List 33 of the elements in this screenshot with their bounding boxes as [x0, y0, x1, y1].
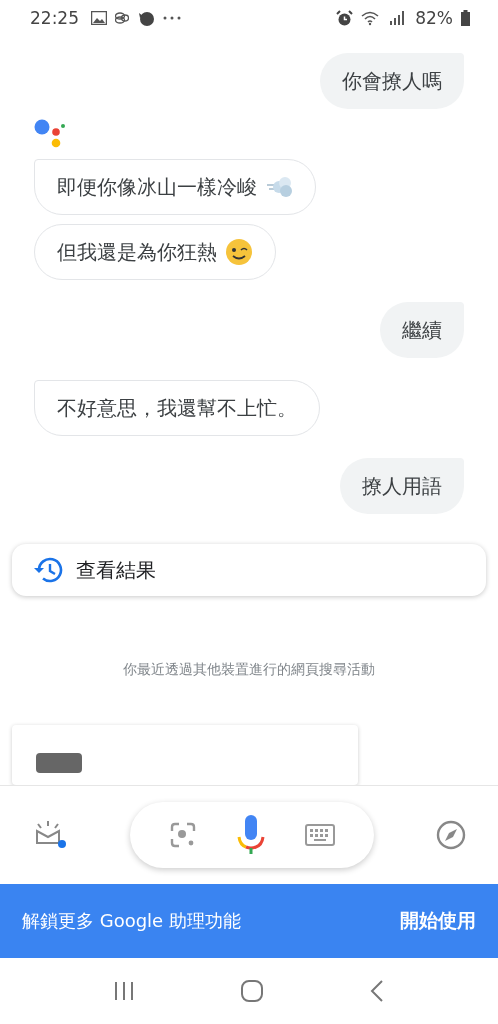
image-icon [91, 11, 107, 25]
wink-emoji-icon [225, 238, 253, 266]
history-icon [34, 556, 64, 584]
message-text: 即便你像冰山一樣冷峻 [57, 173, 257, 201]
activity-note: 你最近透過其他裝置進行的網頁搜尋活動 [122, 661, 376, 679]
status-time: 22:25 [30, 8, 79, 28]
battery-icon [461, 10, 470, 26]
dash-emoji-icon [265, 175, 293, 199]
keyboard-icon[interactable] [304, 824, 335, 846]
microphone-icon[interactable] [236, 815, 266, 855]
coins-icon [115, 12, 129, 24]
back-icon[interactable] [369, 979, 386, 1003]
snapshot-tray-icon[interactable] [34, 819, 68, 851]
alarm-icon [336, 9, 354, 27]
results-card[interactable]: 查看結果 [12, 544, 486, 596]
compass-icon[interactable] [436, 820, 466, 850]
home-icon[interactable] [240, 979, 264, 1003]
lens-icon[interactable] [169, 821, 198, 849]
message-text: 不好意思，我還幫不上忙。 [57, 394, 297, 422]
assistant-logo-icon [34, 119, 68, 149]
message-text: 但我還是為你狂熱 [57, 238, 217, 266]
more-icon [163, 16, 181, 20]
get-started-button[interactable]: 開始使用 [400, 908, 476, 934]
signal-icon [389, 11, 406, 25]
recents-icon[interactable] [112, 981, 135, 1001]
message-bubble: 撩人用語 [340, 458, 464, 514]
thumbnail [36, 753, 82, 773]
banner-text: 解鎖更多 Google 助理功能 [22, 909, 241, 933]
message-bubble: 你會撩人嗎 [320, 53, 464, 109]
message-bubble: 繼續 [380, 302, 464, 358]
results-label: 查看結果 [76, 556, 156, 584]
activity-card[interactable] [12, 725, 358, 785]
battery-percentage: 82% [415, 8, 453, 28]
